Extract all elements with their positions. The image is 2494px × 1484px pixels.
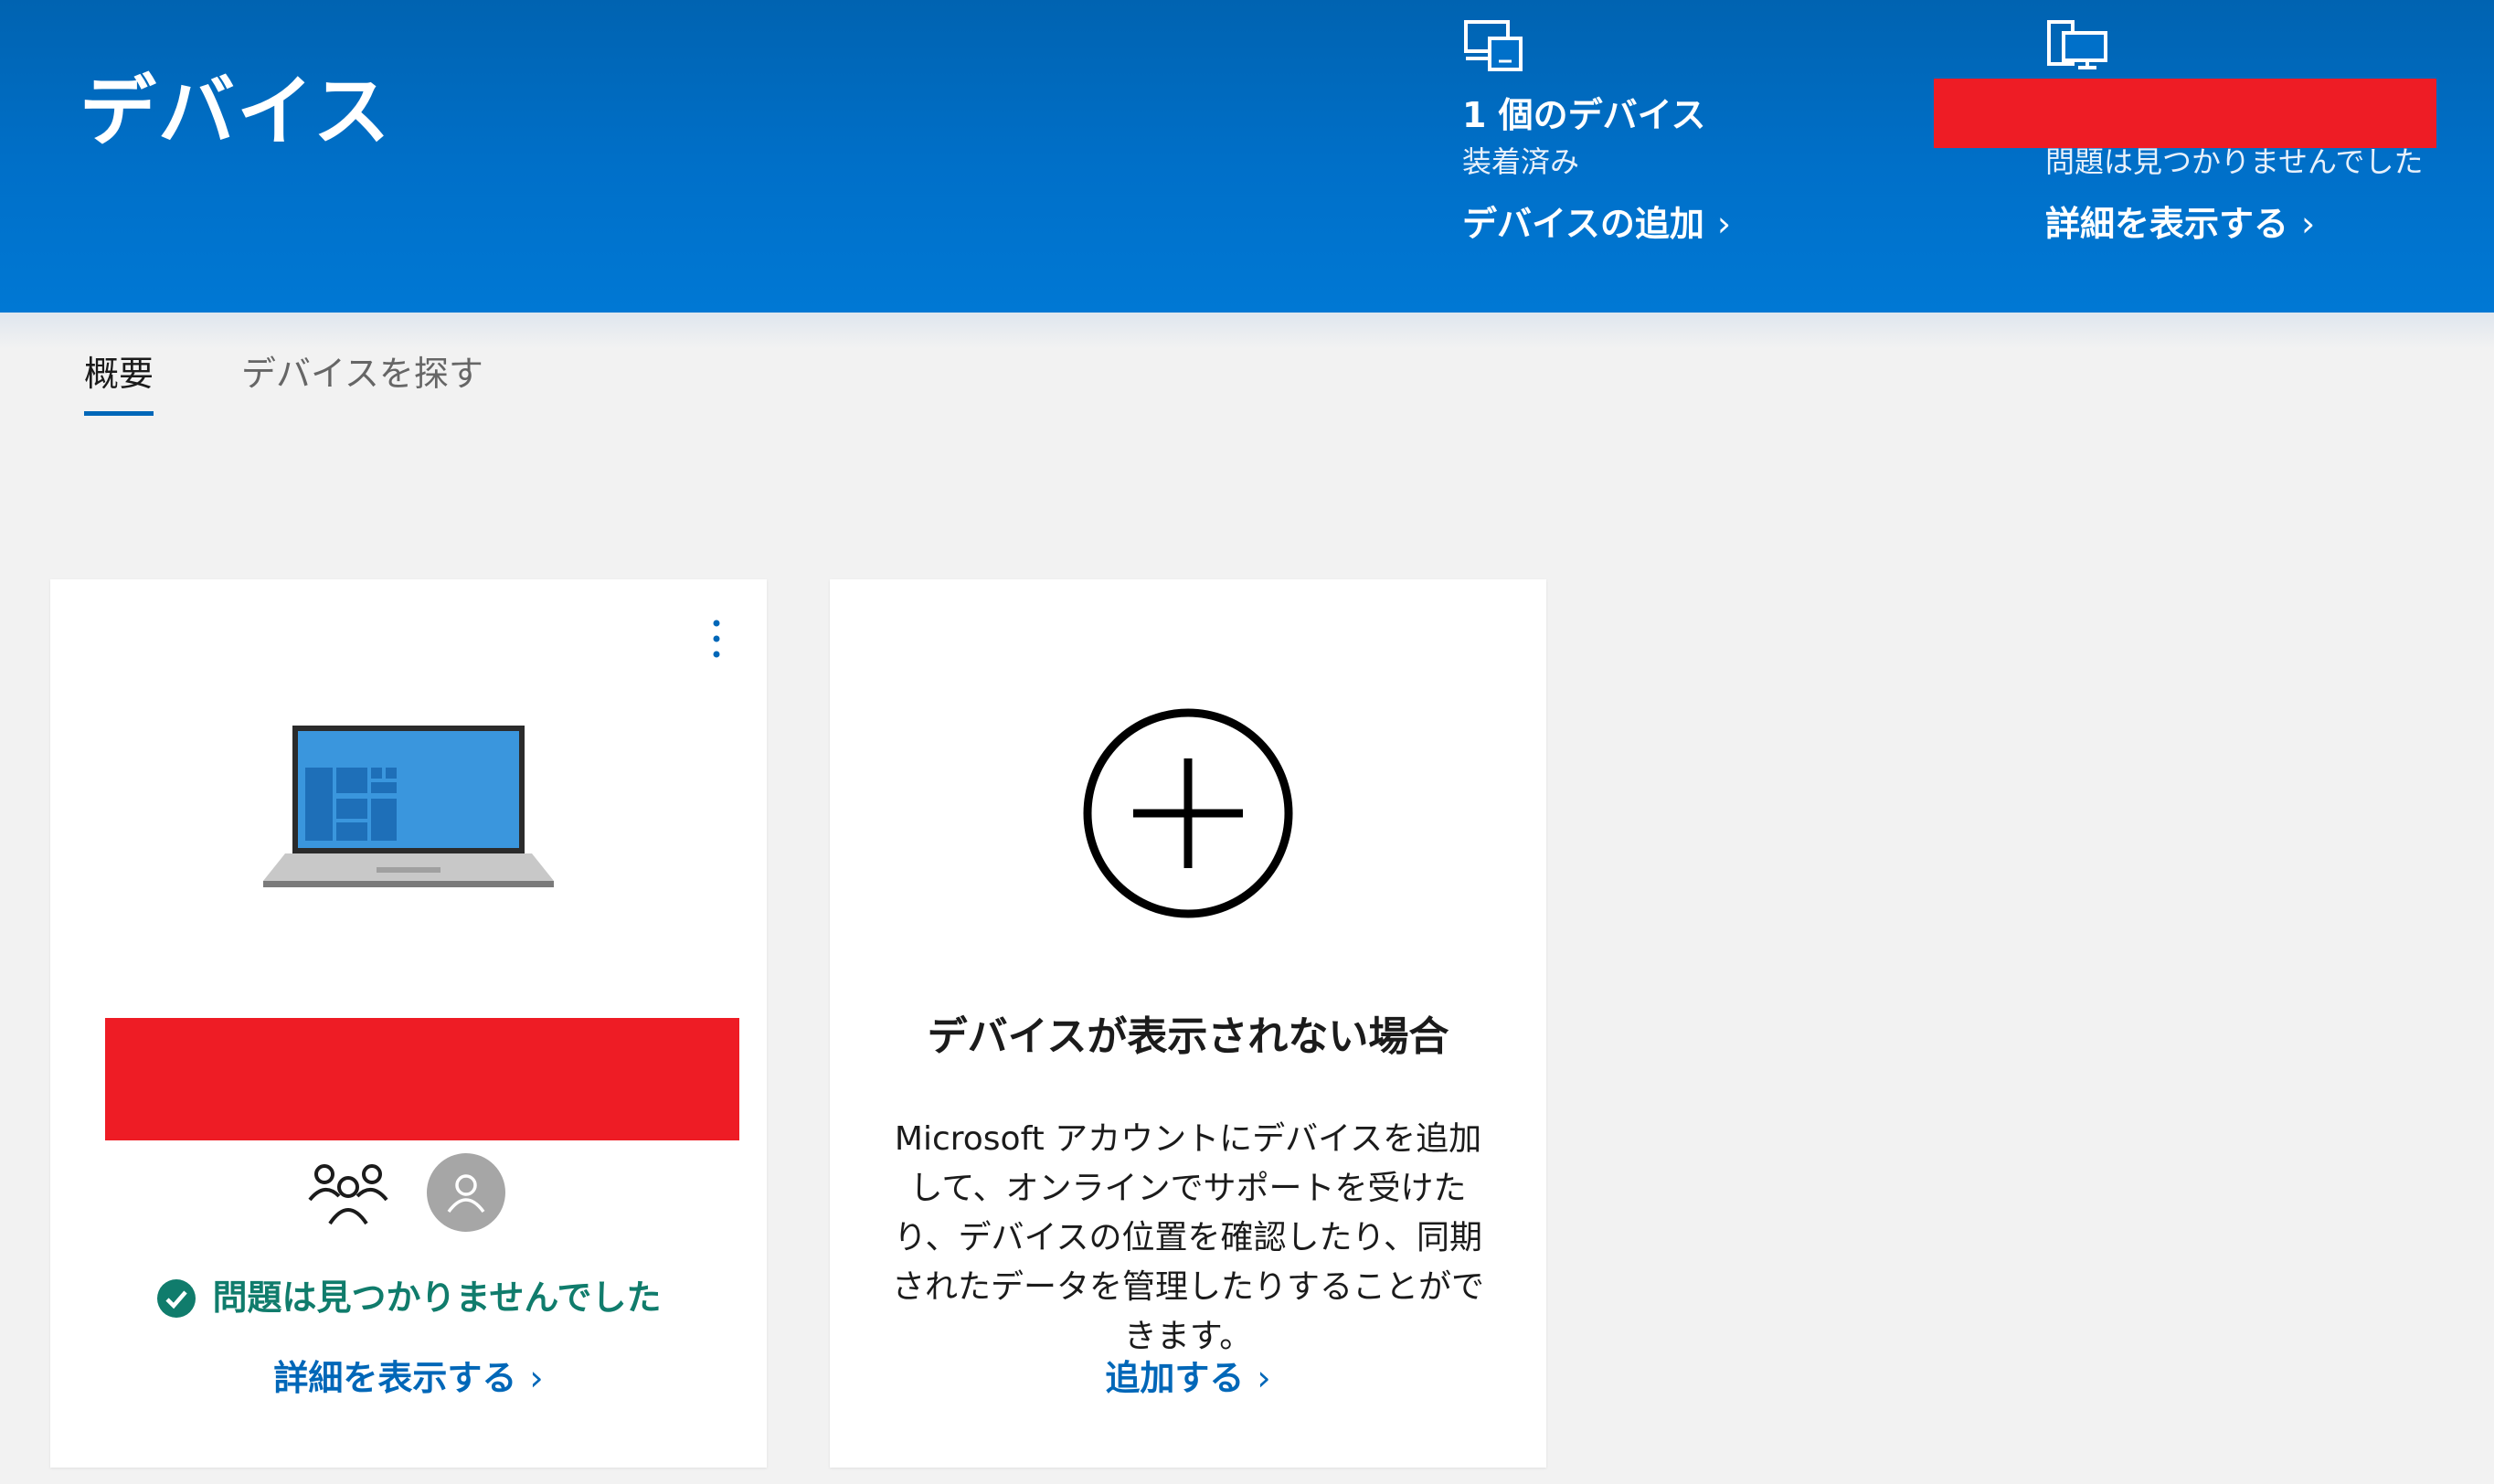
chevron-right-icon: › xyxy=(1716,203,1732,244)
tab-find-device[interactable]: デバイスを探す xyxy=(241,352,483,416)
add-device-card: デバイスが表示されない場合 Microsoft アカウントにデバイスを追加して、… xyxy=(830,579,1546,1468)
header-shadow xyxy=(0,313,2494,349)
family-icon[interactable] xyxy=(306,1160,390,1225)
add-link[interactable]: 追加する › xyxy=(830,1356,1546,1401)
devices-summary: 1 個のデバイス 装着済み デバイスの追加 › xyxy=(1462,18,1731,247)
more-options-icon[interactable] xyxy=(707,616,726,662)
device-monitor-icon xyxy=(2047,20,2107,69)
status-sub-label: 問題は見つかりませんでした xyxy=(2045,144,2424,180)
chevron-right-icon: › xyxy=(2301,203,2316,244)
person-icon xyxy=(447,1174,485,1214)
add-card-description: Microsoft アカウントにデバイスを追加して、オンラインでサポートを受けた… xyxy=(892,1120,1485,1355)
add-card-title: デバイスが表示されない場合 xyxy=(927,1013,1449,1060)
add-circle-icon[interactable] xyxy=(1082,707,1294,919)
device-sub-label: 装着済み xyxy=(1462,144,1580,180)
tab-overview[interactable]: 概要 xyxy=(84,352,154,417)
laptop-icon xyxy=(263,726,554,887)
show-details-link[interactable]: 詳細を表示する › xyxy=(50,1356,767,1401)
redacted-device-name xyxy=(105,1018,739,1140)
device-owner-row xyxy=(306,1153,505,1232)
devices-icon xyxy=(1464,20,1523,71)
redaction-block xyxy=(1934,79,2436,148)
device-card: 問題は見つかりませんでした 詳細を表示する › xyxy=(50,579,767,1468)
device-status: 問題は見つかりませんでした xyxy=(50,1276,767,1320)
show-details-link-header[interactable]: 詳細を表示する › xyxy=(2045,202,2315,247)
chevron-right-icon: › xyxy=(529,1358,544,1398)
chevron-right-icon: › xyxy=(1257,1358,1271,1398)
tab-bar: 概要 デバイスを探す xyxy=(84,352,483,417)
avatar[interactable] xyxy=(427,1153,505,1232)
page-header: デバイス 1 個のデバイス 装着済み デバイスの追加› ​ 問題は見つかりません… xyxy=(0,0,2494,313)
page-title: デバイス xyxy=(80,67,392,156)
status-text: 問題は見つかりませんでした xyxy=(212,1277,662,1318)
check-circle-icon xyxy=(156,1278,196,1318)
device-count: 1 個のデバイス xyxy=(1462,95,1706,135)
add-device-link[interactable]: デバイスの追加 › xyxy=(1462,202,1731,247)
